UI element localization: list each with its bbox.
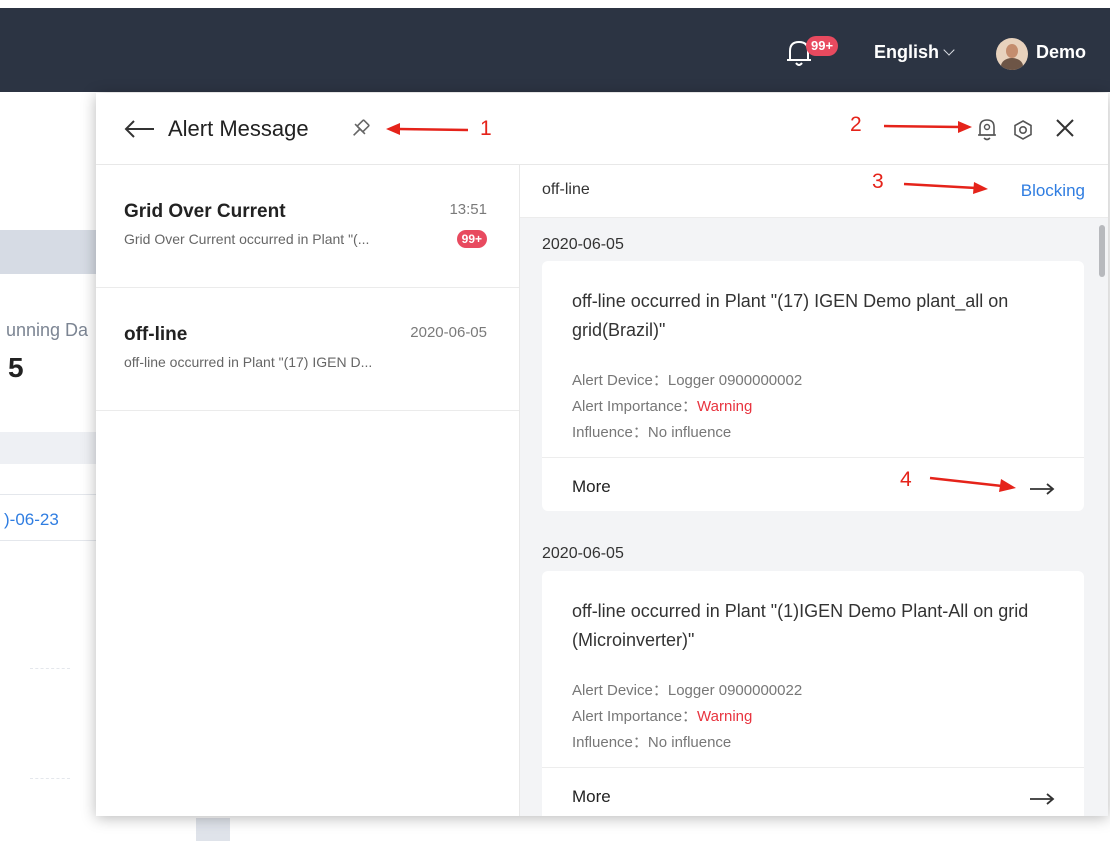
user-name[interactable]: Demo xyxy=(1036,42,1086,63)
alert-entry-card: off-line occurred in Plant "(1)IGEN Demo… xyxy=(542,571,1084,816)
alert-detail: off-line Blocking 2020-06-05 off-line oc… xyxy=(519,165,1108,816)
importance-warning: Warning xyxy=(697,708,753,725)
card-divider xyxy=(542,457,1084,458)
entry-date: 2020-06-05 xyxy=(542,545,624,562)
language-selector[interactable]: English xyxy=(874,42,955,63)
alert-item-description: Grid Over Current occurred in Plant "(..… xyxy=(124,231,370,247)
annotation-label: 1 xyxy=(480,117,492,140)
more-link[interactable]: More xyxy=(572,787,611,807)
annotation-arrow xyxy=(929,476,1016,492)
entry-message: off-line occurred in Plant "(1)IGEN Demo… xyxy=(572,601,1029,650)
annotation-label: 4 xyxy=(900,468,912,491)
background-table-header xyxy=(0,432,96,464)
alert-message-panel: Alert Message Grid Over Current 13:51 Gr… xyxy=(96,93,1108,816)
background-running-value: 5 xyxy=(8,352,24,383)
entry-influence: Influence：No influence xyxy=(572,424,732,441)
blocking-button[interactable]: Blocking xyxy=(1021,181,1085,201)
background-header-band xyxy=(0,230,96,274)
pin-icon[interactable] xyxy=(348,117,372,141)
more-link[interactable]: More xyxy=(572,477,611,497)
alert-list: Grid Over Current 13:51 Grid Over Curren… xyxy=(96,165,519,816)
entry-device: Alert Device：Logger 0900000022 xyxy=(572,682,803,699)
notification-badge: 99+ xyxy=(806,36,839,56)
importance-warning: Warning xyxy=(697,398,753,415)
annotation-label: 2 xyxy=(850,113,862,136)
scrollbar[interactable] xyxy=(1099,225,1105,277)
background-divider xyxy=(30,778,70,779)
detail-alert-name: off-line xyxy=(542,181,590,198)
top-navigation-bar: 99+ English Demo xyxy=(0,8,1110,92)
back-arrow-icon[interactable] xyxy=(124,119,156,139)
entry-message: off-line occurred in Plant "(17) IGEN De… xyxy=(572,291,1009,340)
entry-importance: Alert Importance：Warning xyxy=(572,708,753,725)
more-arrow-icon[interactable] xyxy=(1028,791,1056,807)
background-divider xyxy=(30,668,70,669)
language-label: English xyxy=(874,42,940,62)
alert-item-title: off-line xyxy=(124,324,188,345)
panel-title: Alert Message xyxy=(168,116,309,141)
alert-item-description: off-line occurred in Plant "(17) IGEN D.… xyxy=(124,354,373,370)
settings-icon[interactable] xyxy=(1012,119,1034,141)
chevron-down-icon xyxy=(943,44,955,56)
alert-item-time: 2020-06-05 xyxy=(410,324,487,341)
avatar[interactable] xyxy=(996,38,1028,70)
background-block xyxy=(196,818,230,841)
more-arrow-icon[interactable] xyxy=(1028,481,1056,497)
alert-item-badge: 99+ xyxy=(456,230,487,248)
card-divider xyxy=(542,767,1084,768)
alert-settings-bell-icon[interactable] xyxy=(976,117,998,141)
annotation-arrow xyxy=(883,121,972,133)
entry-date: 2020-06-05 xyxy=(542,236,624,253)
close-icon[interactable] xyxy=(1054,117,1076,139)
annotation-label: 3 xyxy=(872,170,884,193)
background-divider xyxy=(0,540,96,541)
annotation-arrow xyxy=(903,182,988,194)
entry-importance: Alert Importance：Warning xyxy=(572,398,753,415)
background-running-label: unning Da xyxy=(6,320,89,340)
alert-item-time: 13:51 xyxy=(449,201,487,218)
detail-header: off-line Blocking xyxy=(520,165,1108,218)
entry-device: Alert Device：Logger 0900000002 xyxy=(572,372,803,389)
background-divider xyxy=(0,494,96,495)
entry-influence: Influence：No influence xyxy=(572,734,732,751)
annotation-arrow xyxy=(386,123,469,135)
alert-list-item[interactable]: off-line 2020-06-05 off-line occurred in… xyxy=(96,288,519,411)
alert-list-item[interactable]: Grid Over Current 13:51 Grid Over Curren… xyxy=(96,165,519,288)
alert-item-title: Grid Over Current xyxy=(124,201,286,222)
background-date-link[interactable]: )-06-23 xyxy=(4,510,59,530)
